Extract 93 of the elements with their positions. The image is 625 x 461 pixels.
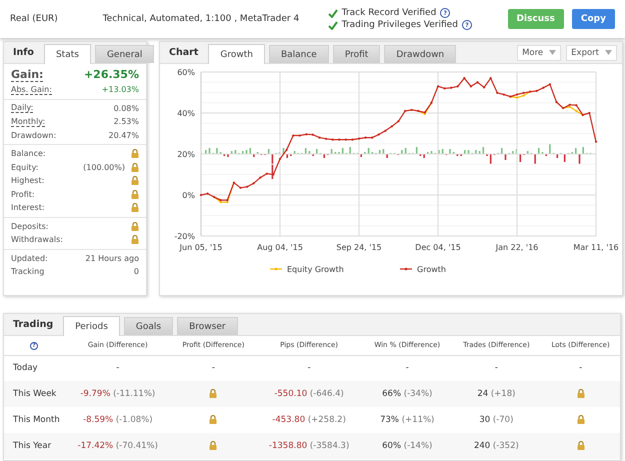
stat-value: 0 <box>134 267 139 276</box>
axis-label: 20% <box>177 150 195 159</box>
stat-value: +26.35% <box>84 68 139 81</box>
lock-icon <box>209 389 218 398</box>
stat-note: (100.00%) <box>83 162 125 172</box>
stat-value: 21 Hours ago <box>85 254 139 263</box>
lock-icon <box>209 415 218 424</box>
verified-label: Track Record Verified <box>342 8 436 18</box>
table-cell: - <box>406 363 409 374</box>
lock-icon <box>131 235 139 244</box>
tab[interactable]: Growth <box>208 44 265 64</box>
panel-title: Trading <box>12 319 54 332</box>
axis-label: -20% <box>174 232 195 241</box>
stat-value: 0.08% <box>114 104 139 113</box>
period-label: This Month <box>13 415 60 425</box>
axis-label: Sep 24, '15 <box>336 243 382 252</box>
axis-label: Jun 05, '15 <box>180 243 222 252</box>
table-cell: -8.59% (-1.08%) <box>83 415 153 425</box>
stat-label: Monthly: <box>11 116 46 127</box>
lock-icon <box>131 222 139 231</box>
tab[interactable]: Balance <box>268 45 329 63</box>
check-icon <box>328 8 338 18</box>
lock-icon <box>131 190 139 199</box>
dropdown-button[interactable]: More <box>517 44 562 60</box>
period-label: Today <box>13 363 38 374</box>
system-info: Technical, Automated, 1:100 , MetaTrader 4 <box>102 14 300 24</box>
table-cell: -453.80 (+258.2) <box>272 415 346 425</box>
tab[interactable]: Stats <box>44 44 91 64</box>
stat-label: Drawdown: <box>11 130 56 140</box>
lock-icon <box>576 415 585 424</box>
stat-label: Deposits: <box>11 222 48 231</box>
period-label: This Year <box>13 441 52 451</box>
table-cell: - <box>579 363 582 374</box>
caret-icon <box>605 50 612 55</box>
account-type: Real (EUR) <box>9 14 59 24</box>
tab[interactable]: Profit <box>332 45 380 63</box>
table-cell: -550.10 (-646.4) <box>274 389 344 399</box>
action-button[interactable]: Copy <box>572 9 615 29</box>
panel-title: Chart <box>168 47 200 60</box>
table-cell: -17.42% (-70.41%) <box>78 441 158 451</box>
table-cell: - <box>494 363 498 374</box>
stat-label: Profit: <box>11 190 35 199</box>
tab[interactable]: General <box>94 45 154 63</box>
table-cell: - <box>212 363 215 374</box>
stat-label: Equity: <box>11 162 38 172</box>
caret-icon <box>549 50 556 55</box>
table-cell: 66% (-34%) <box>382 389 432 399</box>
legend-label: Growth <box>417 265 446 274</box>
table-cell: 30 (-70) <box>479 415 514 425</box>
stat-value: 20.47% <box>108 130 139 140</box>
stat-label: Updated: <box>11 254 48 263</box>
stat-value: +13.03% <box>102 85 139 94</box>
table-cell: 73% (+11%) <box>380 415 434 425</box>
stat-label: Abs. Gain: <box>11 84 52 95</box>
tab[interactable]: Periods <box>63 316 120 336</box>
axis-label: Mar 11, '16 <box>573 243 619 252</box>
tab[interactable]: Browser <box>177 317 238 335</box>
tab[interactable]: Drawdown <box>384 45 456 63</box>
stat-label: Tracking <box>11 267 44 276</box>
dropdown-button[interactable]: Export <box>566 44 617 60</box>
tab[interactable]: Goals <box>124 317 174 335</box>
lock-icon <box>131 162 139 172</box>
stat-label: Interest: <box>11 203 45 212</box>
lock-icon <box>576 441 585 450</box>
lock-icon <box>576 389 585 398</box>
axis-label: Aug 04, '15 <box>257 243 303 252</box>
stat-label: Withdrawals: <box>11 235 63 244</box>
stat-label: Daily: <box>11 103 34 114</box>
stat-label: Highest: <box>11 176 44 186</box>
table-cell: 240 (-352) <box>474 441 519 451</box>
period-label: This Week <box>13 389 56 399</box>
stat-label: Balance: <box>11 149 46 158</box>
table-cell: - <box>116 363 120 374</box>
axis-label: Jan 22, '16 <box>496 243 538 252</box>
table-cell: - <box>308 363 311 374</box>
lock-icon <box>131 176 139 186</box>
table-cell: -1358.80 (-3584.3) <box>268 441 350 451</box>
axis-label: Dec 04, '15 <box>415 243 461 252</box>
lock-icon <box>131 149 139 158</box>
table-cell: 24 (+18) <box>477 389 516 399</box>
stat-label: Gain: <box>11 68 44 82</box>
table-cell: 60% (-14%) <box>382 441 432 451</box>
legend-label: Equity Growth <box>287 265 344 274</box>
lock-icon <box>131 203 139 212</box>
table-cell: -9.79% (-11.11%) <box>80 389 156 399</box>
axis-label: 0% <box>182 191 195 200</box>
axis-label: 40% <box>177 109 195 118</box>
stat-value: 2.53% <box>114 117 139 126</box>
panel-title: Info <box>12 47 35 60</box>
lock-icon <box>209 441 218 450</box>
check-icon <box>328 20 338 30</box>
verified-label: Trading Privileges Verified <box>342 20 458 30</box>
axis-label: 60% <box>177 68 195 77</box>
